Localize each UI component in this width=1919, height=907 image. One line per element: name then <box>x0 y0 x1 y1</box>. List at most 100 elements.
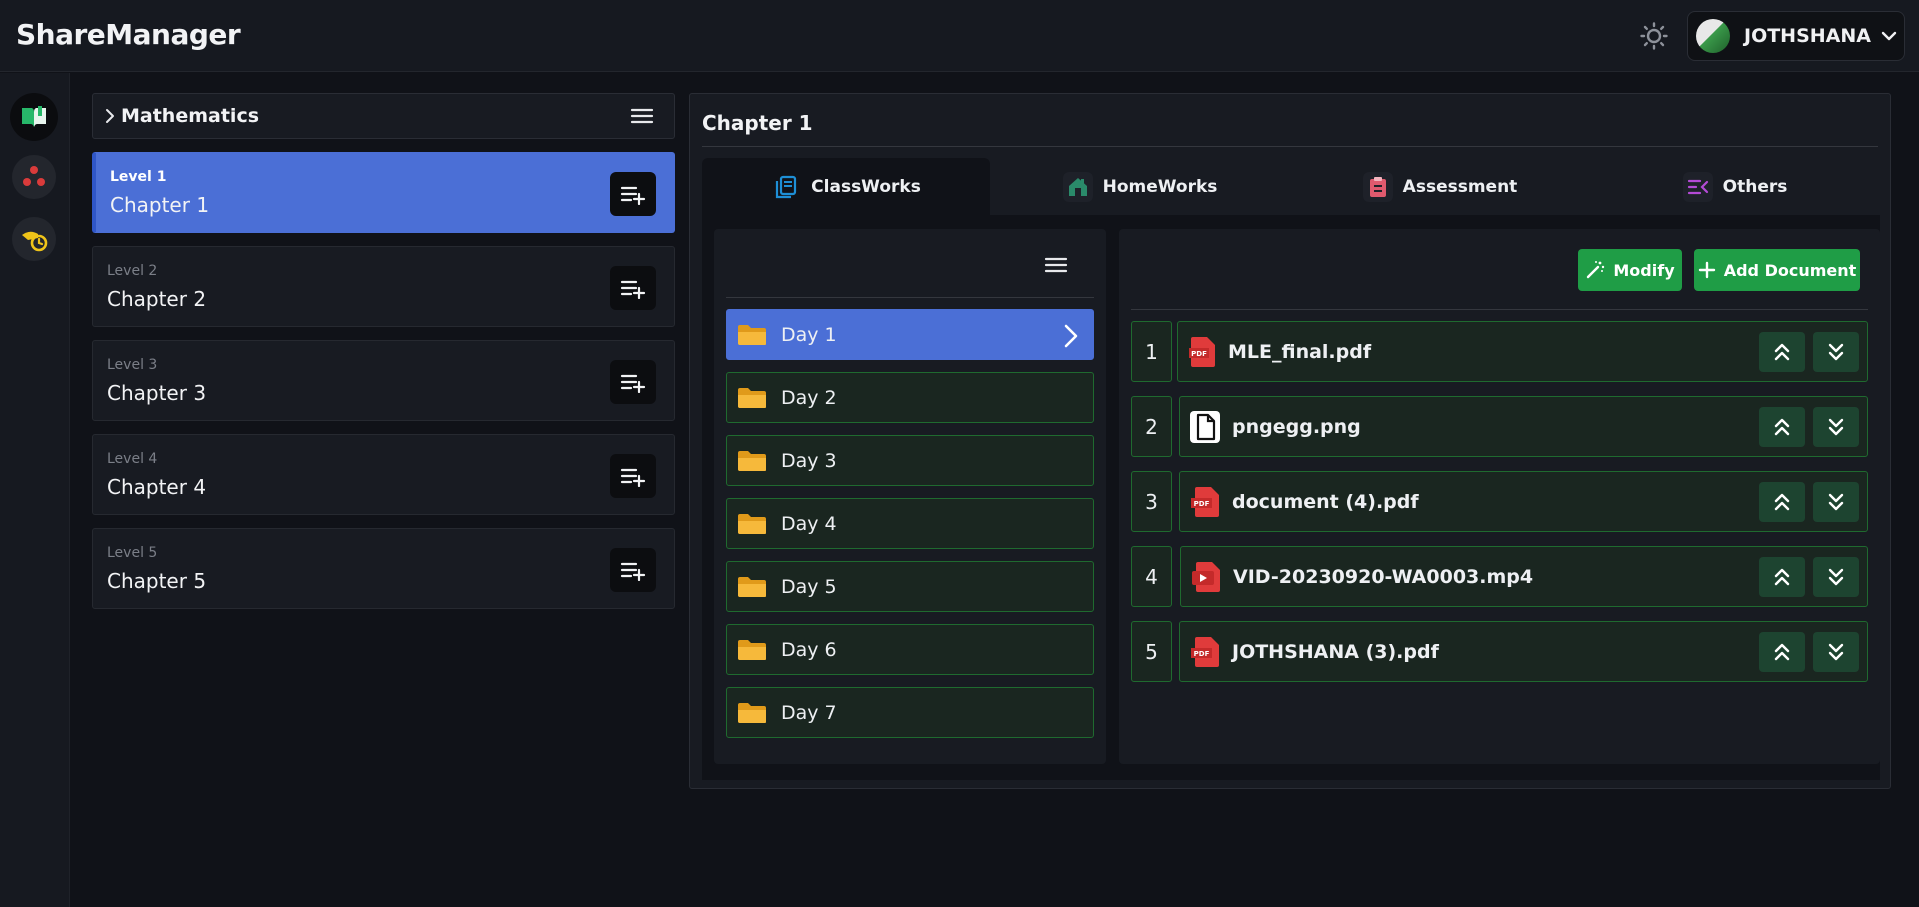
chapter-label: Chapter 3 <box>107 381 207 405</box>
level-label: Level 5 <box>107 545 158 561</box>
classworks-icon <box>771 172 801 202</box>
chapter-label: Chapter 4 <box>107 475 207 499</box>
folder-icon <box>738 450 766 471</box>
add-to-chapter-button[interactable] <box>610 548 656 592</box>
add-to-chapter-button[interactable] <box>610 454 656 498</box>
chevron-down-icon <box>1881 31 1897 41</box>
document-row[interactable]: pngegg.png <box>1179 396 1868 457</box>
theme-toggle-button[interactable] <box>1638 20 1670 52</box>
document-index: 2 <box>1131 396 1172 457</box>
icon-rail <box>0 73 70 907</box>
document-row[interactable]: PDF document (4).pdf <box>1179 471 1868 532</box>
assessment-icon <box>1362 171 1393 202</box>
add-document-label: Add Document <box>1723 260 1857 280</box>
double-chevron-down-icon <box>1828 493 1844 511</box>
day-item[interactable]: Day 6 <box>726 624 1094 675</box>
level-card[interactable]: Level 1 Chapter 1 <box>92 152 675 233</box>
level-label: Level 3 <box>107 357 158 373</box>
plus-icon <box>1698 261 1715 279</box>
app-title[interactable]: ShareManager <box>16 18 241 51</box>
document-name: VID-20230920-WA0003.mp4 <box>1233 565 1534 588</box>
rail-recycle-button[interactable] <box>12 155 56 199</box>
day-label: Day 4 <box>781 512 837 535</box>
tab-assessment[interactable]: Assessment <box>1290 158 1590 215</box>
move-up-button[interactable] <box>1759 557 1805 597</box>
level-label: Level 4 <box>107 451 158 467</box>
add-to-chapter-button[interactable] <box>610 360 656 404</box>
documents-panel: Modify Add Document 1 PDF MLE_final.pdf … <box>1119 229 1880 764</box>
subject-header[interactable]: Mathematics <box>92 93 675 139</box>
modify-button[interactable]: Modify <box>1578 249 1682 291</box>
document-name: MLE_final.pdf <box>1228 340 1372 363</box>
subject-menu-button[interactable] <box>630 106 654 130</box>
day-label: Day 7 <box>781 701 837 724</box>
divider <box>702 146 1878 147</box>
rail-schedule-button[interactable] <box>12 217 56 261</box>
tab-label: HomeWorks <box>1102 176 1218 197</box>
add-document-button[interactable]: Add Document <box>1694 249 1860 291</box>
double-chevron-up-icon <box>1774 418 1790 436</box>
tab-classworks[interactable]: ClassWorks <box>702 158 990 215</box>
day-item[interactable]: Day 5 <box>726 561 1094 612</box>
double-chevron-down-icon <box>1828 643 1844 661</box>
move-down-button[interactable] <box>1813 632 1859 672</box>
video-file-icon <box>1192 561 1220 592</box>
add-to-chapter-button[interactable] <box>610 172 656 216</box>
chapter-title: Chapter 1 <box>702 111 813 135</box>
playlist-add-icon <box>620 468 646 487</box>
move-up-button[interactable] <box>1759 482 1805 522</box>
folder-icon <box>738 702 766 723</box>
double-chevron-up-icon <box>1774 643 1790 661</box>
move-down-button[interactable] <box>1813 557 1859 597</box>
tab-label: ClassWorks <box>811 176 921 197</box>
move-down-button[interactable] <box>1813 332 1859 372</box>
level-card[interactable]: Level 4 Chapter 4 <box>92 434 675 515</box>
day-label: Day 2 <box>781 386 837 409</box>
move-up-button[interactable] <box>1759 407 1805 447</box>
content-tabs: ClassWorks HomeWorks Assessment Others <box>702 158 1880 215</box>
day-item[interactable]: Day 1 <box>726 309 1094 360</box>
file-icon <box>1190 410 1220 443</box>
day-label: Day 6 <box>781 638 837 661</box>
day-item[interactable]: Day 2 <box>726 372 1094 423</box>
menu-icon <box>1044 257 1068 273</box>
day-item[interactable]: Day 7 <box>726 687 1094 738</box>
document-row[interactable]: VID-20230920-WA0003.mp4 <box>1180 546 1868 607</box>
document-row[interactable]: PDF MLE_final.pdf <box>1177 321 1868 382</box>
tab-others[interactable]: Others <box>1590 158 1880 215</box>
level-card[interactable]: Level 5 Chapter 5 <box>92 528 675 609</box>
move-down-button[interactable] <box>1813 482 1859 522</box>
double-chevron-down-icon <box>1828 568 1844 586</box>
open-book-icon <box>22 106 46 127</box>
modify-label: Modify <box>1613 260 1675 280</box>
playlist-add-icon <box>620 562 646 581</box>
day-item[interactable]: Day 4 <box>726 498 1094 549</box>
move-down-button[interactable] <box>1813 407 1859 447</box>
chapter-panel: Chapter 1 ClassWorks HomeWorks Assessmen… <box>689 93 1891 789</box>
double-chevron-up-icon <box>1774 343 1790 361</box>
levels-panel: Mathematics Level 1 Chapter 1 Level 2 Ch… <box>92 93 675 609</box>
document-name: JOTHSHANA (3).pdf <box>1232 640 1439 663</box>
add-to-chapter-button[interactable] <box>610 266 656 310</box>
recycle-icon <box>23 166 45 186</box>
divider <box>1131 309 1868 310</box>
level-card[interactable]: Level 3 Chapter 3 <box>92 340 675 421</box>
days-menu-button[interactable] <box>1044 255 1068 279</box>
tab-homeworks[interactable]: HomeWorks <box>990 158 1290 215</box>
rail-books-button[interactable] <box>10 93 58 141</box>
user-menu-button[interactable]: JOTHSHANA <box>1687 11 1905 61</box>
document-name: document (4).pdf <box>1232 490 1419 513</box>
day-item[interactable]: Day 3 <box>726 435 1094 486</box>
chapter-label: Chapter 5 <box>107 569 207 593</box>
folder-icon <box>738 324 766 345</box>
top-bar: ShareManager JOTHSHANA <box>0 0 1919 72</box>
playlist-add-icon <box>620 374 646 393</box>
document-name: pngegg.png <box>1232 415 1361 438</box>
document-index: 1 <box>1131 321 1172 382</box>
level-card[interactable]: Level 2 Chapter 2 <box>92 246 675 327</box>
chapter-label: Chapter 2 <box>107 287 207 311</box>
move-up-button[interactable] <box>1759 332 1805 372</box>
double-chevron-up-icon <box>1774 493 1790 511</box>
document-row[interactable]: PDF JOTHSHANA (3).pdf <box>1179 621 1868 682</box>
move-up-button[interactable] <box>1759 632 1805 672</box>
